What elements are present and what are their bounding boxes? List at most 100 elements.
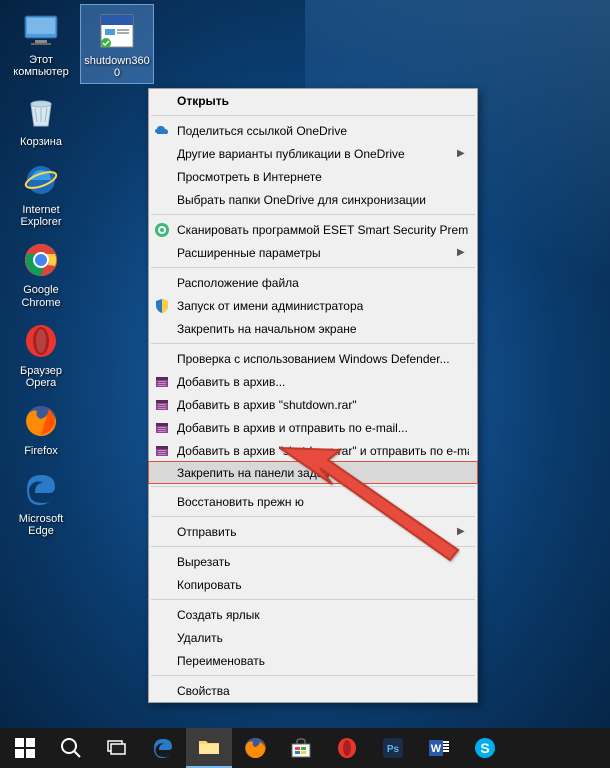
menu-item-label: Расположение файла <box>177 276 469 290</box>
submenu-arrow-icon: ▶ <box>457 247 469 258</box>
blank-icon <box>153 320 171 338</box>
menu-item[interactable]: Свойства <box>149 679 477 702</box>
menu-separator <box>151 115 475 116</box>
menu-item[interactable]: Добавить в архив "shutdown.rar" <box>149 393 477 416</box>
desktop-icon-opera[interactable]: Браузер Opera <box>4 315 78 393</box>
desktop-icon-shutdown[interactable]: shutdown3600 <box>80 4 154 84</box>
menu-item[interactable]: Восстановить прежн ю <box>149 490 477 513</box>
blank-icon <box>153 350 171 368</box>
menu-item-label: Сканировать программой ESET Smart Securi… <box>177 223 469 237</box>
desktop-icon-edge[interactable]: Microsoft Edge <box>4 463 78 541</box>
menu-item-label: Другие варианты публикации в OneDrive <box>177 147 457 161</box>
icon-label: Internet Explorer <box>6 204 76 228</box>
firefox-icon <box>19 399 63 443</box>
blank-icon <box>153 145 171 163</box>
desktop-icons-area: Этот компьютер shutdown3600 Корзина Inte… <box>4 4 154 541</box>
menu-item[interactable]: Добавить в архив "shutdown.rar" и отправ… <box>149 439 477 462</box>
menu-item-label: Просмотреть в Интернете <box>177 170 469 184</box>
icon-label: Microsoft Edge <box>6 513 76 537</box>
desktop-icon-recycle-bin[interactable]: Корзина <box>4 86 78 152</box>
svg-text:S: S <box>480 740 489 756</box>
menu-item[interactable]: Открыть <box>149 89 477 112</box>
taskbar-edge[interactable] <box>140 728 186 768</box>
desktop-icon-firefox[interactable]: Firefox <box>4 395 78 461</box>
menu-item-label: Свойства <box>177 684 469 698</box>
menu-item[interactable]: Расширенные параметры▶ <box>149 241 477 264</box>
menu-item[interactable]: Переименовать <box>149 649 477 672</box>
menu-item[interactable]: Сканировать программой ESET Smart Securi… <box>149 218 477 241</box>
menu-item[interactable]: Расположение файла <box>149 271 477 294</box>
menu-item[interactable]: Проверка с использованием Windows Defend… <box>149 347 477 370</box>
icon-label: Корзина <box>20 136 62 148</box>
menu-item[interactable]: Выбрать папки OneDrive для синхронизации <box>149 188 477 211</box>
winrar-icon <box>153 396 171 414</box>
blank-icon <box>153 652 171 670</box>
menu-item[interactable]: Поделиться ссылкой OneDrive <box>149 119 477 142</box>
menu-item-label: Отправить <box>177 525 457 539</box>
blank-icon <box>153 606 171 624</box>
menu-item[interactable]: Вырезать <box>149 550 477 573</box>
taskbar-firefox[interactable] <box>232 728 278 768</box>
taskbar: Ps W S <box>0 728 610 768</box>
desktop-icon-this-pc[interactable]: Этот компьютер <box>4 4 78 84</box>
onedrive-icon <box>153 122 171 140</box>
desktop-icon-chrome[interactable]: Google Chrome <box>4 234 78 312</box>
start-button[interactable] <box>2 728 48 768</box>
menu-item-label: Добавить в архив... <box>177 375 469 389</box>
menu-item-label: Удалить <box>177 631 469 645</box>
menu-item[interactable]: Другие варианты публикации в OneDrive▶ <box>149 142 477 165</box>
menu-item-label: Вырезать <box>177 555 469 569</box>
taskbar-task-view[interactable] <box>94 728 140 768</box>
icon-label: Firefox <box>24 445 58 457</box>
menu-item-label: Закрепить на панели задач <box>177 466 469 480</box>
blank-icon <box>153 244 171 262</box>
taskbar-opera[interactable] <box>324 728 370 768</box>
taskbar-word[interactable]: W <box>416 728 462 768</box>
menu-item-label: Расширенные параметры <box>177 246 457 260</box>
menu-separator <box>151 675 475 676</box>
blank-icon <box>153 274 171 292</box>
icon-label: Этот компьютер <box>6 54 76 78</box>
menu-item-label: Открыть <box>177 94 469 108</box>
menu-item[interactable]: Копировать <box>149 573 477 596</box>
blank-icon <box>153 682 171 700</box>
taskbar-store[interactable] <box>278 728 324 768</box>
menu-item[interactable]: Просмотреть в Интернете <box>149 165 477 188</box>
context-menu: Открыть Поделиться ссылкой OneDrive Другие… <box>148 88 478 703</box>
menu-item[interactable]: Добавить в архив и отправить по e-mail..… <box>149 416 477 439</box>
taskbar-file-explorer[interactable] <box>186 728 232 768</box>
blank-icon <box>153 493 171 511</box>
menu-separator <box>151 267 475 268</box>
menu-item-label: Закрепить на начальном экране <box>177 322 469 336</box>
opera-icon <box>19 319 63 363</box>
desktop-icon-ie[interactable]: Internet Explorer <box>4 154 78 232</box>
blank-icon <box>153 464 171 482</box>
menu-item-label: Проверка с использованием Windows Defend… <box>177 352 469 366</box>
menu-item[interactable]: Отправить▶ <box>149 520 477 543</box>
blank-icon <box>153 168 171 186</box>
edge-icon <box>19 467 63 511</box>
svg-text:Ps: Ps <box>387 744 400 755</box>
shield-icon <box>153 297 171 315</box>
menu-item[interactable]: Запуск от имени администратора <box>149 294 477 317</box>
taskbar-search[interactable] <box>48 728 94 768</box>
menu-item-label: Создать ярлык <box>177 608 469 622</box>
taskbar-photoshop[interactable]: Ps <box>370 728 416 768</box>
eset-icon <box>153 221 171 239</box>
svg-text:W: W <box>431 743 442 755</box>
menu-item[interactable]: Добавить в архив... <box>149 370 477 393</box>
menu-item-label: Поделиться ссылкой OneDrive <box>177 124 469 138</box>
menu-item[interactable]: Закрепить на панели задач <box>148 461 478 484</box>
ie-icon <box>19 158 63 202</box>
menu-item-label: Переименовать <box>177 654 469 668</box>
menu-separator <box>151 214 475 215</box>
menu-separator <box>151 486 475 487</box>
menu-item[interactable]: Закрепить на начальном экране <box>149 317 477 340</box>
blank-icon <box>153 191 171 209</box>
menu-item[interactable]: Удалить <box>149 626 477 649</box>
taskbar-skype[interactable]: S <box>462 728 508 768</box>
menu-item[interactable]: Создать ярлык <box>149 603 477 626</box>
menu-separator <box>151 516 475 517</box>
menu-item-label: Выбрать папки OneDrive для синхронизации <box>177 193 469 207</box>
recycle-bin-icon <box>19 90 63 134</box>
